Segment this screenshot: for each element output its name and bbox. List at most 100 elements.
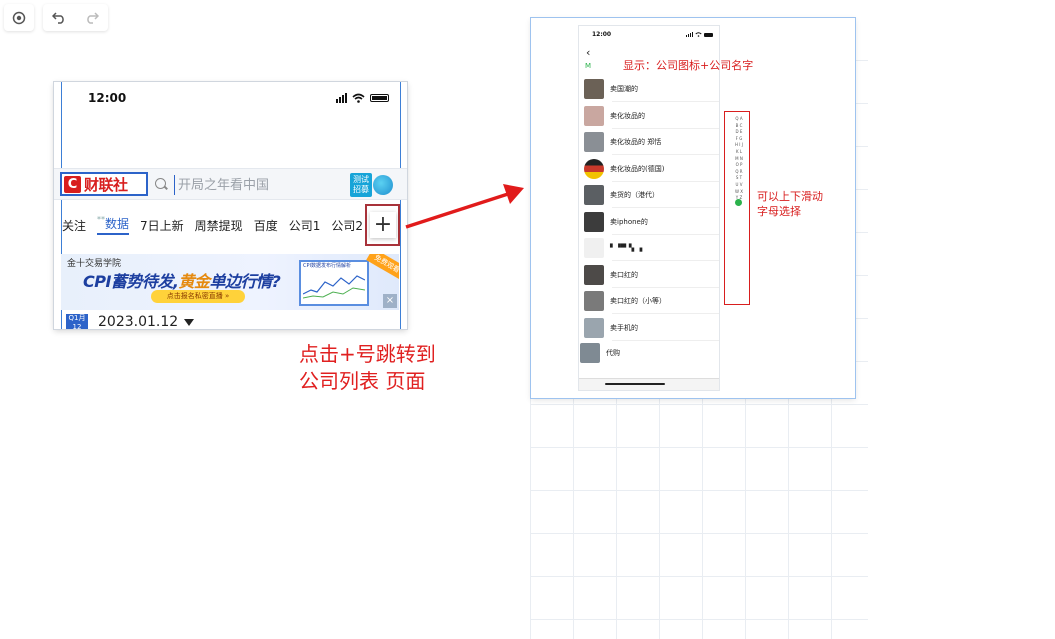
status-icons xyxy=(336,93,389,103)
row-divider xyxy=(612,260,719,261)
app-logo[interactable]: C 财联社 xyxy=(60,172,148,196)
undo-icon xyxy=(52,11,65,24)
tab-new-7d[interactable]: 7日上新 xyxy=(140,217,184,234)
company-name: 卖化妆品的 郑恬 xyxy=(610,138,662,146)
status-time: 12:00 xyxy=(88,91,127,105)
company-icon xyxy=(584,291,604,311)
tab-baidu[interactable]: 百度 xyxy=(254,217,278,234)
banner-headline-a: CPI蓄势待发, xyxy=(83,272,179,291)
battery-icon xyxy=(370,94,389,102)
company-row[interactable]: 代购 xyxy=(580,340,715,366)
company-icon xyxy=(584,238,604,258)
wifi-icon xyxy=(352,93,365,103)
banner-chart-title: CPI数据发布行情解析 xyxy=(303,263,351,269)
company-list-screen[interactable]: 12:00 ‹ M 卖国潮的 卖化妆品的 卖化妆品的 郑恬 卖化妆品的(德国) … xyxy=(579,26,719,390)
banner-headline-c: 单边行情? xyxy=(209,272,281,291)
tab-company2[interactable]: 公司2 xyxy=(331,217,363,234)
add-company-button[interactable]: + xyxy=(370,212,396,238)
date-badge: Q1月 12 xyxy=(66,314,88,329)
date-row[interactable]: Q1月 12 2023.01.12 xyxy=(66,314,195,329)
company-name: 卖手机的 xyxy=(610,324,638,332)
company-name: 卖iphone的 xyxy=(610,218,648,226)
section-letter: M xyxy=(585,62,592,70)
plus-highlight: + xyxy=(365,204,400,246)
banner-tag: 免费观看 xyxy=(366,254,399,281)
logo-name: 财联社 xyxy=(84,175,128,194)
company-icon xyxy=(584,185,604,205)
redo-button[interactable] xyxy=(85,11,99,24)
company-name: 卖货的（港代） xyxy=(610,191,659,199)
signal-icon xyxy=(336,93,347,103)
company-row[interactable]: 卖化妆品的(德国) xyxy=(584,156,719,182)
flow-caption: 点击+号跳转到 公司列表 页面 xyxy=(299,342,436,393)
company-row[interactable]: 卖化妆品的 xyxy=(584,103,719,129)
company-name: 卖口红的（小等） xyxy=(610,297,666,305)
tab-data-prefix: ** xyxy=(97,215,106,224)
ad-banner[interactable]: 金十交易学院 CPI蓄势待发,黄金单边行情? 点击报名私密直播 » CPI数据发… xyxy=(61,254,399,310)
company-row[interactable]: 卖iphone的 xyxy=(584,209,719,235)
tab-company1[interactable]: 公司1 xyxy=(289,217,321,234)
company-row[interactable]: 卖国潮的 xyxy=(584,76,719,102)
banner-cta[interactable]: 点击报名私密直播 » xyxy=(151,290,245,303)
company-icon xyxy=(584,106,604,126)
globe-icon[interactable] xyxy=(373,175,393,195)
target-icon xyxy=(12,11,26,24)
company-row[interactable]: 卖口红的 xyxy=(584,262,719,288)
company-icon xyxy=(584,79,604,99)
undo-button[interactable] xyxy=(52,11,66,24)
company-name: 卖国潮的 xyxy=(610,85,638,93)
row-divider xyxy=(612,313,719,314)
company-row[interactable]: 卖手机的 xyxy=(584,315,719,341)
canvas: 12:00 C 财联社 测试 招募 关注 **数据 7日上新 周禁提现 百度 公… xyxy=(0,0,1055,639)
index-indicator xyxy=(735,199,742,206)
tab-weekly[interactable]: 周禁提现 xyxy=(195,217,243,234)
banner-headline: CPI蓄势待发,黄金单边行情? xyxy=(83,268,281,292)
annotation-scroll: 可以上下滑动 字母选择 xyxy=(757,190,823,218)
company-row[interactable]: ▘▝▀▝▖▗ xyxy=(584,235,719,261)
company-icon xyxy=(584,318,604,338)
company-row[interactable]: 卖化妆品的 郑恬 xyxy=(584,129,719,155)
status-time: 12:00 xyxy=(592,31,612,38)
search-input[interactable] xyxy=(174,175,344,195)
close-icon[interactable]: × xyxy=(383,294,397,308)
annotation-display: 显示：公司图标+公司名字 xyxy=(623,59,754,72)
company-icon xyxy=(580,343,600,363)
redo-icon xyxy=(86,11,99,24)
search-icon xyxy=(155,178,166,189)
wifi-icon xyxy=(695,32,702,37)
company-name: 卖化妆品的 xyxy=(610,112,645,120)
banner-headline-b: 黄金 xyxy=(178,272,211,291)
company-icon xyxy=(584,132,604,152)
caret-down-icon xyxy=(184,318,195,326)
company-row[interactable]: 卖货的（港代） xyxy=(584,182,719,208)
tab-follow[interactable]: 关注 xyxy=(62,217,86,234)
alphabet-index[interactable]: Q A B C D E F G H I J K L M N O P Q R S … xyxy=(724,111,750,305)
company-row[interactable]: 卖口红的（小等） xyxy=(584,288,719,314)
company-name: ▘▝▀▝▖▗ xyxy=(610,244,643,252)
banner-chart: CPI数据发布行情解析 xyxy=(299,260,369,306)
home-indicator xyxy=(605,383,665,385)
row-divider xyxy=(612,154,719,155)
logo-mark: C xyxy=(64,175,81,193)
date-badge-bottom: 12 xyxy=(72,323,82,329)
alphabet-letters: Q A B C D E F G H I J K L M N O P Q R S … xyxy=(735,116,743,207)
company-name: 卖口红的 xyxy=(610,271,638,279)
date-badge-top: Q1月 xyxy=(68,314,86,322)
back-button[interactable]: ‹ xyxy=(586,46,590,59)
banner-chart-line xyxy=(303,275,365,299)
tab-data[interactable]: **数据 xyxy=(97,215,130,235)
target-button[interactable] xyxy=(4,4,34,31)
company-icon xyxy=(584,265,604,285)
status-icons xyxy=(686,32,713,37)
battery-icon xyxy=(704,32,713,37)
promo-badge[interactable]: 测试 招募 xyxy=(350,173,372,197)
search-bar: C 财联社 测试 招募 xyxy=(54,168,407,200)
signal-icon xyxy=(686,32,693,37)
row-divider xyxy=(612,101,719,102)
company-icon xyxy=(584,212,604,232)
date-text: 2023.01.12 xyxy=(98,314,179,329)
company-icon xyxy=(584,159,604,179)
news-app-screen[interactable]: 12:00 C 财联社 测试 招募 关注 **数据 7日上新 周禁提现 百度 公… xyxy=(54,82,407,329)
row-divider xyxy=(612,207,719,208)
history-toolbar xyxy=(43,4,108,31)
